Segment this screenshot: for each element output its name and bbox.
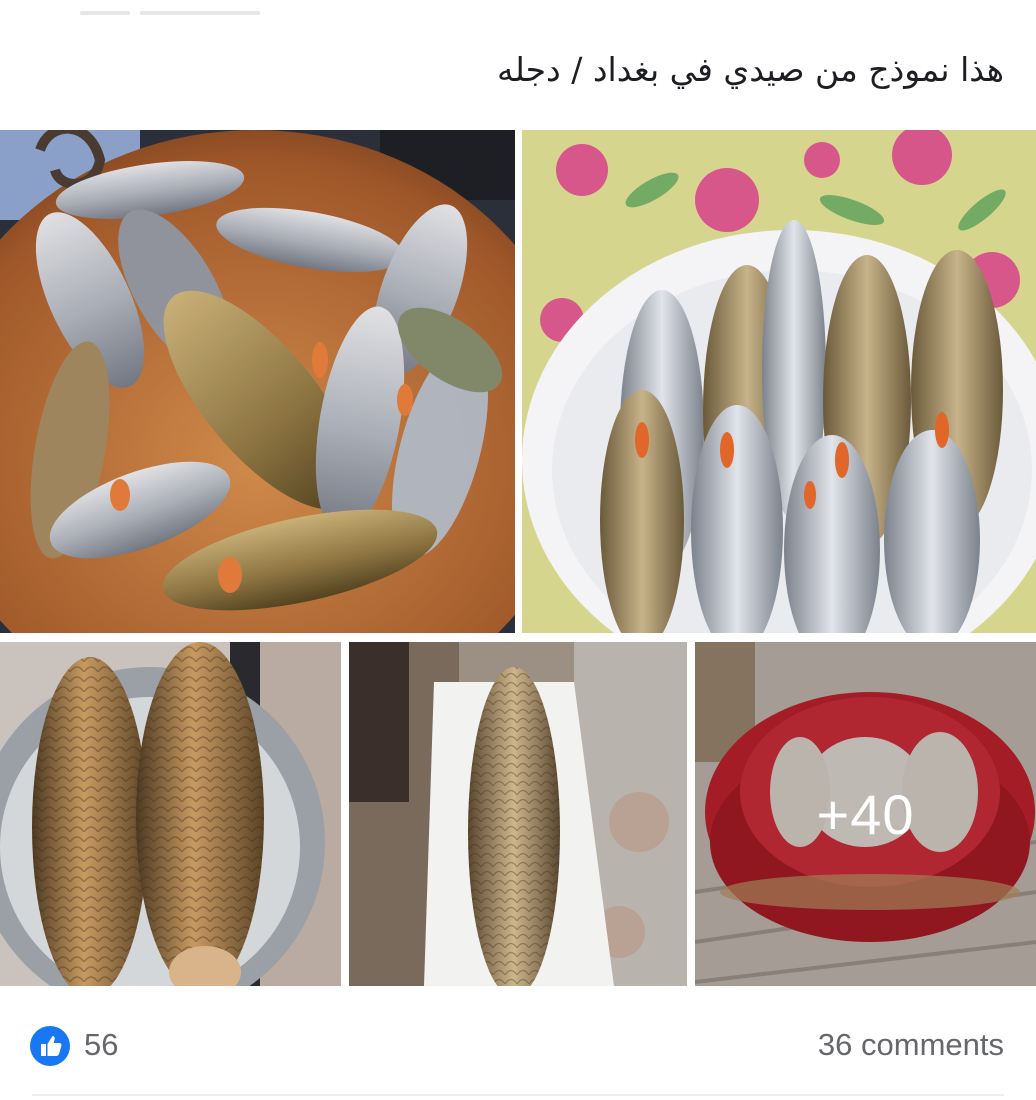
reactions-bar: 56 36 comments [0,1010,1036,1082]
like-count[interactable]: 56 [84,1024,118,1066]
photo-carp-in-sink[interactable] [0,642,341,986]
carp-paper-image [349,642,687,986]
fish-plate-image [522,130,1036,633]
previous-post-remnant [80,0,280,15]
divider [32,1094,1004,1096]
photo-carp-on-paper[interactable] [349,642,687,986]
thumbs-up-icon[interactable] [30,1026,70,1066]
post-caption: هذا نموذج من صيدي في بغداد / دجله [497,50,1004,89]
photo-fish-on-plate[interactable] [522,130,1036,633]
carp-sink-image [0,642,341,986]
photo-fish-on-copper-tray[interactable] [0,130,515,633]
photo-fishing-line-spool[interactable]: +40 [695,642,1036,986]
fish-tray-image [0,130,515,633]
photo-grid: +40 [0,130,1036,986]
comments-count[interactable]: 36 comments [818,1024,1004,1066]
more-photos-overlay[interactable]: +40 [695,642,1036,986]
